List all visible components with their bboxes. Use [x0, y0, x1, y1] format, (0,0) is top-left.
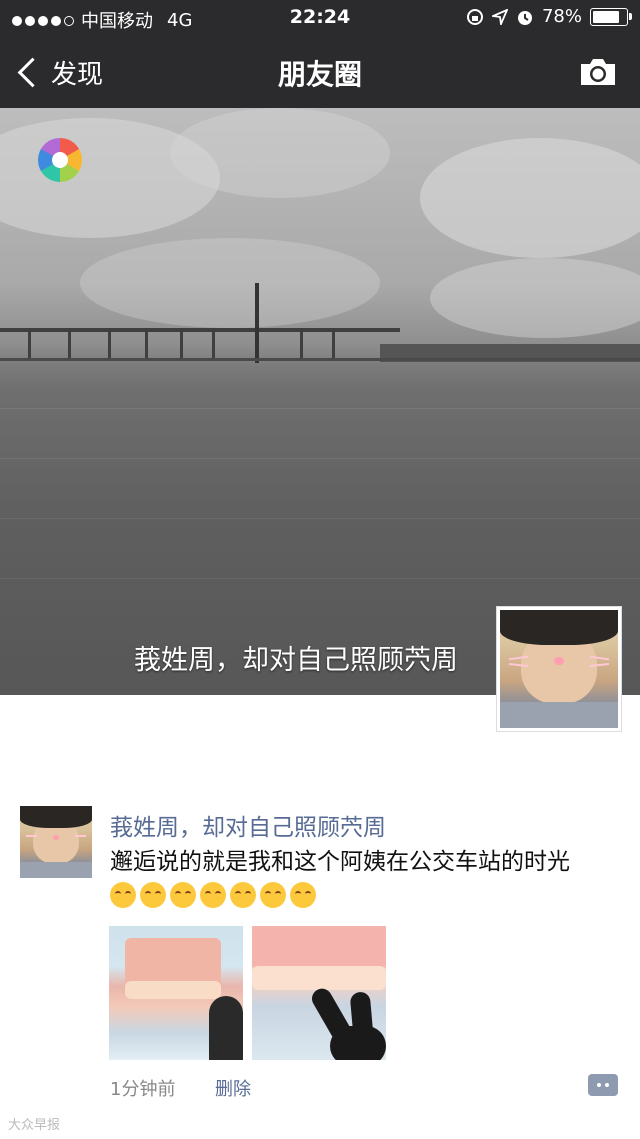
hand-palm	[330, 1026, 386, 1060]
smug-face-emoji-icon	[230, 881, 256, 908]
avatar-photo	[20, 806, 92, 878]
smug-face-emoji-icon	[170, 881, 196, 908]
aperture-icon	[38, 138, 82, 182]
delete-button[interactable]: 删除	[215, 1075, 251, 1101]
person-silhouette	[209, 996, 243, 1060]
water-ripple	[0, 408, 640, 409]
bridge-pillar	[180, 330, 183, 358]
smug-face-emoji-icon	[110, 881, 136, 908]
profile-avatar[interactable]	[496, 606, 622, 732]
comment-icon[interactable]	[588, 1074, 618, 1096]
cake-layer	[252, 966, 386, 990]
status-right: 78%	[466, 6, 632, 27]
cover-user-name: 莪姓周，却对自己照顾茓周	[134, 645, 458, 676]
avatar-photo	[500, 610, 618, 728]
cloud	[170, 108, 390, 198]
smug-face-emoji-icon	[260, 881, 286, 908]
bridge-pillar	[145, 330, 148, 358]
water-ripple	[0, 518, 640, 519]
cake-layer	[125, 981, 221, 999]
crane-tower	[255, 283, 259, 363]
cloud	[430, 258, 640, 338]
battery-percent: 78%	[541, 6, 582, 27]
page-title: 朋友圈	[277, 58, 362, 91]
location-icon	[491, 8, 508, 25]
status-bar: 中国移动 4G 22:24 78%	[0, 0, 640, 36]
horizon	[0, 358, 640, 361]
water-ripple	[0, 458, 640, 459]
cloud	[80, 238, 380, 328]
post-text: 邂逅说的就是我和这个阿姨在公交车站的时光	[110, 849, 570, 875]
emoji-row	[110, 881, 316, 908]
navigation-bar: 发现 朋友圈	[0, 36, 640, 108]
top-bar: 中国移动 4G 22:24 78% 发现 朋友圈	[0, 0, 640, 108]
post-photo-1[interactable]	[109, 926, 243, 1060]
post-author-name[interactable]: 莪姓周，却对自己照顾茓周	[110, 808, 386, 842]
battery-icon	[590, 7, 632, 26]
bridge-pillar	[28, 330, 31, 358]
smug-face-emoji-icon	[290, 881, 316, 908]
alarm-icon	[517, 10, 532, 25]
bridge-pillar	[300, 330, 303, 358]
post-photo-2[interactable]	[252, 926, 386, 1060]
watermark: 大众早报	[8, 1118, 61, 1133]
smug-face-emoji-icon	[140, 881, 166, 908]
post-time: 1分钟前	[110, 1079, 176, 1100]
bridge	[0, 328, 400, 332]
smug-face-emoji-icon	[200, 881, 226, 908]
bridge-pillar	[108, 330, 111, 358]
cloud	[420, 138, 640, 258]
rotation-lock-icon	[466, 8, 483, 25]
bridge-pillar	[68, 330, 71, 358]
bridge-pillar	[212, 330, 215, 358]
cake	[252, 926, 386, 970]
bridge-pillar	[332, 330, 335, 358]
post-content: 邂逅说的就是我和这个阿姨在公交车站的时光	[110, 846, 610, 910]
water-ripple	[0, 578, 640, 579]
post-avatar[interactable]	[20, 806, 92, 878]
camera-icon[interactable]	[578, 56, 618, 88]
